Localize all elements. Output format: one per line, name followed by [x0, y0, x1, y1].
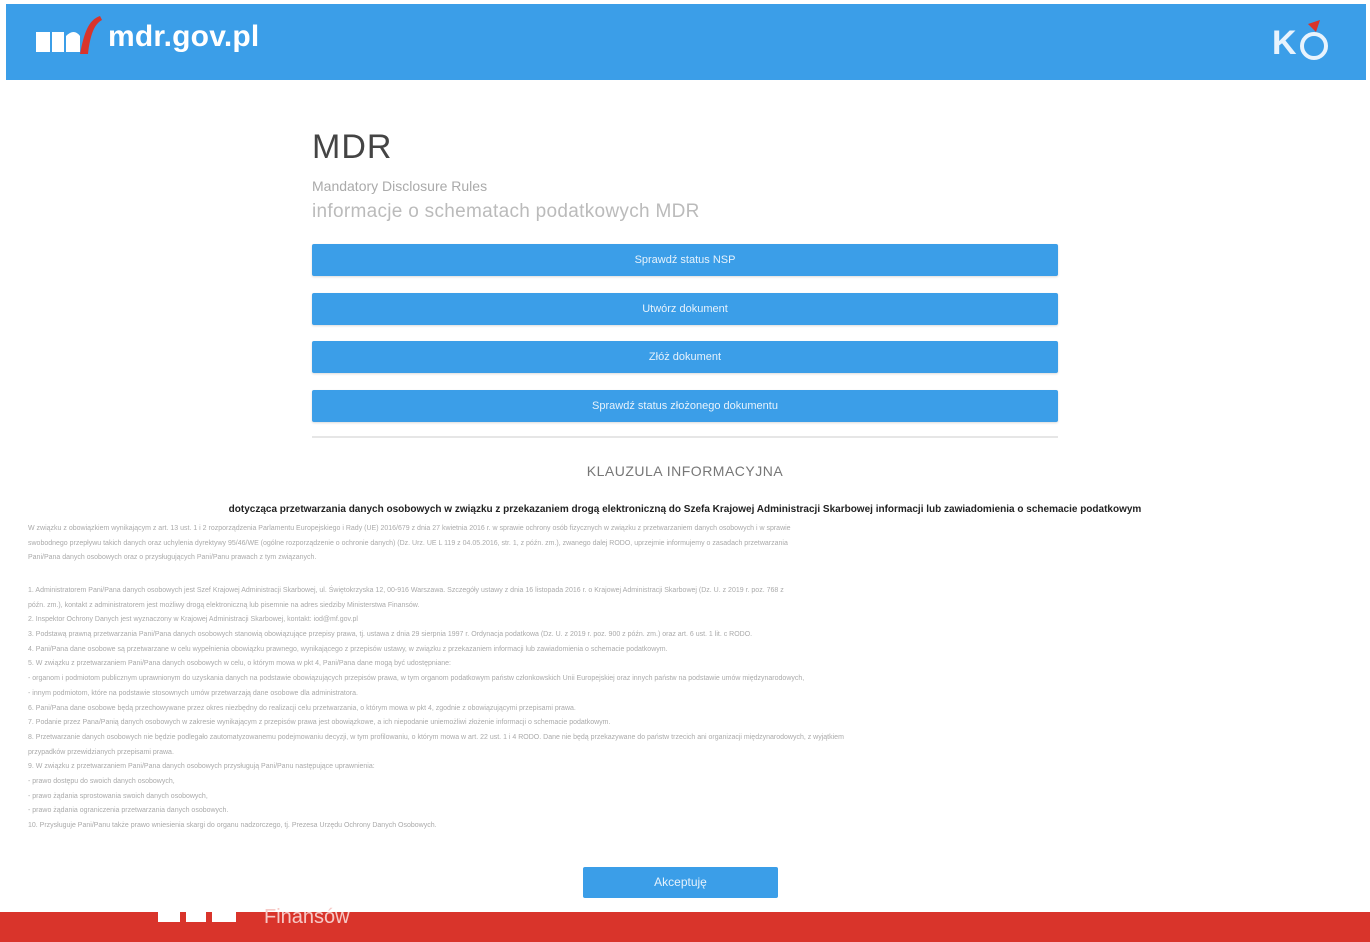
site-logo[interactable]: mdr.gov.pl: [36, 14, 259, 60]
divider: [312, 436, 1058, 438]
clause-text-line: 9. W związku z przetwarzaniem Pani/Pana …: [28, 763, 375, 771]
check-submitted-status-button[interactable]: Sprawdź status złożonego dokumentu: [312, 390, 1058, 422]
mf-footer-logo-icon: [158, 912, 236, 922]
clause-text-line: 2. Inspektor Ochrony Danych jest wyznacz…: [28, 616, 358, 624]
clause-text-line: - prawo żądania sprostowania swoich dany…: [28, 792, 208, 800]
clause-text-line: 8. Przetwarzanie danych osobowych nie bę…: [28, 733, 844, 741]
top-navigation-bar: mdr.gov.pl K: [6, 4, 1366, 80]
footer-text: Finansów: [264, 906, 350, 928]
accept-button[interactable]: Akceptuję: [583, 867, 778, 898]
check-nsp-status-button[interactable]: Sprawdź status NSP: [312, 244, 1058, 276]
clause-text-line: Pani/Pana danych osobowych oraz o przysł…: [28, 554, 317, 562]
page-description: informacje o schematach podatkowych MDR: [312, 201, 700, 222]
clause-title: KLAUZULA INFORMACYJNA: [586, 463, 784, 479]
clause-text-line: 7. Podanie przez Pana/Panią danych osobo…: [28, 719, 611, 727]
clause-numbered-list: 1. Administratorem Pani/Pana danych osob…: [28, 584, 1340, 834]
clause-text-line: - innym podmiotom, które na podstawie st…: [28, 689, 358, 697]
clause-text-line: 10. Przysługuje Pani/Panu także prawo wn…: [28, 822, 437, 829]
clause-text-line: 5. W związku z przetwarzaniem Pani/Pana …: [28, 660, 451, 668]
clause-text-line: - prawo żądania ograniczenia przetwarzan…: [28, 807, 229, 815]
clause-heading: dotycząca przetwarzania danych osobowych…: [228, 504, 1142, 515]
clause-text-line: 4. Pani/Pana dane osobowe są przetwarzan…: [28, 645, 668, 653]
site-name: mdr.gov.pl: [108, 20, 260, 53]
kas-logo-icon: K: [1272, 20, 1328, 62]
mf-logo-icon: [36, 16, 102, 54]
clause-text-line: przypadków przewidzianych przepisami pra…: [28, 748, 174, 756]
create-document-button[interactable]: Utwórz dokument: [312, 293, 1058, 325]
clause-text-line: - organom i podmiotom publicznym uprawni…: [28, 675, 805, 683]
footer-bar: Finansów: [0, 906, 1370, 942]
clause-text-line: W związku z obowiązkiem wynikającym z ar…: [28, 525, 791, 532]
svg-text:K: K: [1272, 24, 1297, 62]
page-subtitle: Mandatory Disclosure Rules: [312, 178, 488, 194]
page-title: MDR: [312, 128, 393, 166]
clause-text-line: 6. Pani/Pana dane osobowe będą przechowy…: [28, 704, 576, 712]
clause-text-line: 3. Podstawą prawną przetwarzania Pani/Pa…: [28, 631, 753, 639]
submit-document-button[interactable]: Złóż dokument: [312, 341, 1058, 373]
clause-text-line: 1. Administratorem Pani/Pana danych osob…: [28, 587, 784, 594]
clause-text-line: - prawo dostępu do swoich danych osobowy…: [28, 777, 175, 785]
clause-text-line: swobodnego przepływu takich danych oraz …: [28, 539, 788, 547]
clause-text-line: późn. zm.), kontakt z administratorem je…: [28, 601, 420, 609]
clause-intro: W związku z obowiązkiem wynikającym z ar…: [28, 522, 1340, 566]
